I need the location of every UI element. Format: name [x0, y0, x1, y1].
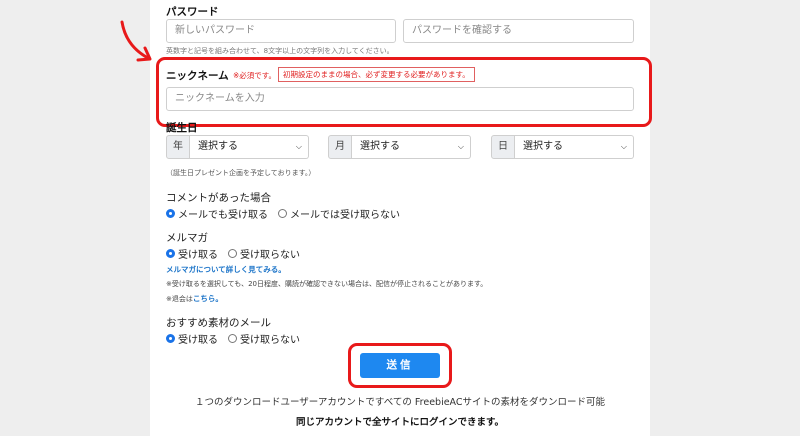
- nickname-input[interactable]: ニックネームを入力: [166, 87, 634, 111]
- birth-month-select[interactable]: 月 選択する ⌵: [328, 135, 471, 159]
- unsubscribe-link[interactable]: こちら。: [193, 294, 223, 303]
- day-prefix: 日: [491, 135, 515, 159]
- year-prefix: 年: [166, 135, 190, 159]
- nickname-required-note: ※必須です。: [233, 71, 277, 80]
- password-hint: 英数字と記号を組み合わせて、8文字以上の文字列を入力してください。: [166, 47, 394, 55]
- month-prefix: 月: [328, 135, 352, 159]
- day-select-value[interactable]: 選択する ⌵: [515, 135, 634, 159]
- unsubscribe-text: ※退会はこちら。: [166, 293, 223, 304]
- comment-yes-label[interactable]: メールでも受け取る: [178, 206, 268, 221]
- footer-line-2: 同じアカウントで全サイトにログインできます。: [295, 417, 505, 428]
- birthday-label: 誕生日: [166, 122, 198, 134]
- recommend-radio-group: 受け取る 受け取らない: [166, 331, 300, 346]
- year-select-text: 選択する: [198, 141, 238, 152]
- birthday-hint: （誕生日プレゼント企画を予定しております。）: [166, 169, 316, 177]
- magazine-radio-group: 受け取る 受け取らない: [166, 246, 300, 261]
- magazine-no-radio[interactable]: [228, 249, 237, 258]
- confirm-password-input[interactable]: パスワードを確認する: [403, 19, 634, 43]
- month-select-text: 選択する: [360, 141, 400, 152]
- magazine-yes-radio[interactable]: [166, 249, 175, 258]
- birth-day-select[interactable]: 日 選択する ⌵: [491, 135, 634, 159]
- new-password-input[interactable]: 新しいパスワード: [166, 19, 396, 43]
- comment-radio-group: メールでも受け取る メールでは受け取らない: [166, 206, 400, 221]
- chevron-down-icon: ⌵: [457, 142, 464, 151]
- password-label: パスワード: [166, 6, 219, 18]
- recommend-yes-radio[interactable]: [166, 334, 175, 343]
- red-arrow-icon: [120, 20, 152, 62]
- month-select-value[interactable]: 選択する ⌵: [352, 135, 471, 159]
- birth-year-select[interactable]: 年 選択する ⌵: [166, 135, 309, 159]
- magazine-no-label[interactable]: 受け取らない: [240, 246, 300, 261]
- magazine-label: メルマガ: [166, 232, 208, 244]
- nickname-label: ニックネーム: [166, 70, 229, 82]
- comment-label: コメントがあった場合: [166, 192, 271, 204]
- year-select-value[interactable]: 選択する ⌵: [190, 135, 309, 159]
- unsubscribe-prefix: ※退会は: [166, 295, 193, 303]
- submit-button[interactable]: 送信: [360, 353, 440, 378]
- recommend-no-radio[interactable]: [228, 334, 237, 343]
- nickname-notice: 初期設定のままの場合、必ず変更する必要があります。: [278, 67, 475, 82]
- chevron-down-icon: ⌵: [620, 142, 627, 151]
- recommend-yes-label[interactable]: 受け取る: [178, 331, 218, 346]
- recommend-no-label[interactable]: 受け取らない: [240, 331, 300, 346]
- comment-no-label[interactable]: メールでは受け取らない: [290, 206, 400, 221]
- day-select-text: 選択する: [523, 141, 563, 152]
- recommend-label: おすすめ素材のメール: [166, 317, 271, 329]
- chevron-down-icon: ⌵: [295, 142, 302, 151]
- comment-yes-radio[interactable]: [166, 209, 175, 218]
- magazine-note: ※受け取るを選択しても、20日程度、購読が確認できない場合は、配信が停止されるこ…: [166, 280, 488, 288]
- comment-no-radio[interactable]: [278, 209, 287, 218]
- magazine-details-link[interactable]: メルマガについて詳しく見てみる。: [166, 264, 286, 275]
- magazine-yes-label[interactable]: 受け取る: [178, 246, 218, 261]
- footer-line-1: １つのダウンロードユーザーアカウントですべての FreebieACサイトの素材を…: [194, 397, 606, 408]
